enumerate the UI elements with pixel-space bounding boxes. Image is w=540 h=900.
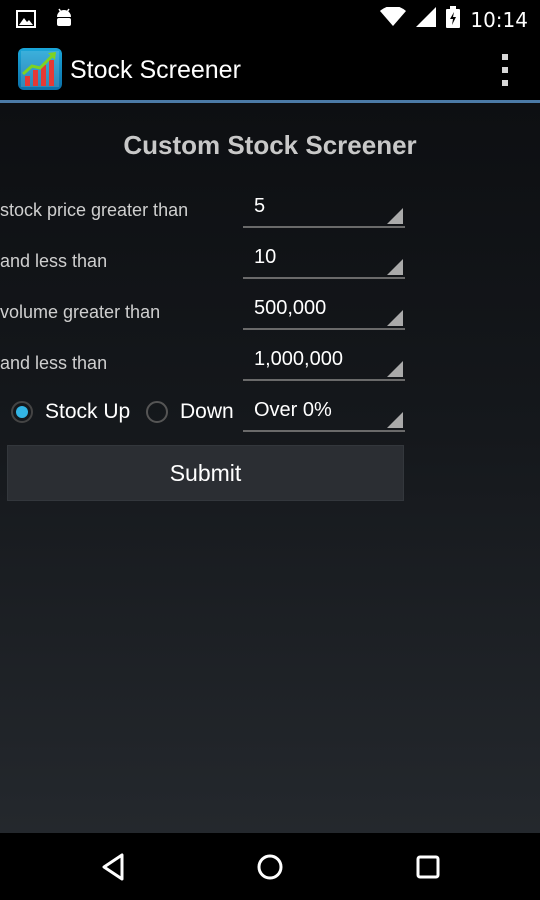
price-min-value: 5 (254, 195, 266, 217)
radio-stock-up-label: Stock Up (45, 400, 131, 423)
price-max-spinner[interactable]: 10 (243, 243, 405, 279)
change-threshold-spinner[interactable]: Over 0% (243, 396, 405, 432)
dropdown-arrow-icon (387, 208, 403, 224)
page-title: Custom Stock Screener (123, 130, 417, 160)
radio-down[interactable]: Down (146, 400, 234, 424)
action-bar: Stock Screener (0, 38, 540, 100)
price-max-label: and less than (0, 251, 108, 271)
signal-icon (416, 7, 437, 32)
recents-icon[interactable] (408, 849, 448, 885)
dropdown-arrow-icon (387, 259, 403, 275)
volume-min-value: 500,000 (254, 297, 327, 319)
stock-chart-icon[interactable] (18, 48, 62, 90)
price-min-spinner[interactable]: 5 (243, 192, 405, 228)
radio-checked-icon[interactable] (11, 401, 33, 423)
battery-charging-icon (446, 6, 461, 33)
dropdown-arrow-icon (387, 310, 403, 326)
screener-form: Custom Stock Screener stock price greate… (0, 103, 540, 833)
price-max-value: 10 (254, 246, 277, 268)
android-icon (54, 8, 74, 35)
radio-down-label: Down (180, 400, 234, 423)
volume-max-spinner[interactable]: 1,000,000 (243, 345, 405, 381)
radio-stock-up[interactable]: Stock Up (11, 400, 130, 424)
change-threshold-value: Over 0% (254, 399, 332, 421)
volume-min-label: volume greater than (0, 302, 161, 322)
volume-max-label: and less than (0, 353, 108, 373)
navigation-bar (0, 833, 540, 900)
back-icon[interactable] (96, 849, 136, 885)
status-bar: 10:14 (0, 0, 540, 38)
radio-unchecked-icon[interactable] (146, 401, 168, 423)
home-icon[interactable] (250, 849, 290, 885)
price-min-label: stock price greater than (0, 200, 189, 220)
overflow-menu-icon[interactable] (498, 54, 512, 86)
submit-button[interactable]: Submit (7, 445, 404, 501)
volume-min-spinner[interactable]: 500,000 (243, 294, 405, 330)
dropdown-arrow-icon (387, 361, 403, 377)
dropdown-arrow-icon (387, 412, 403, 428)
clock: 10:14 (470, 7, 528, 32)
image-icon (16, 10, 36, 33)
volume-max-value: 1,000,000 (254, 348, 343, 370)
app-title: Stock Screener (70, 56, 241, 84)
wifi-icon (380, 5, 407, 32)
